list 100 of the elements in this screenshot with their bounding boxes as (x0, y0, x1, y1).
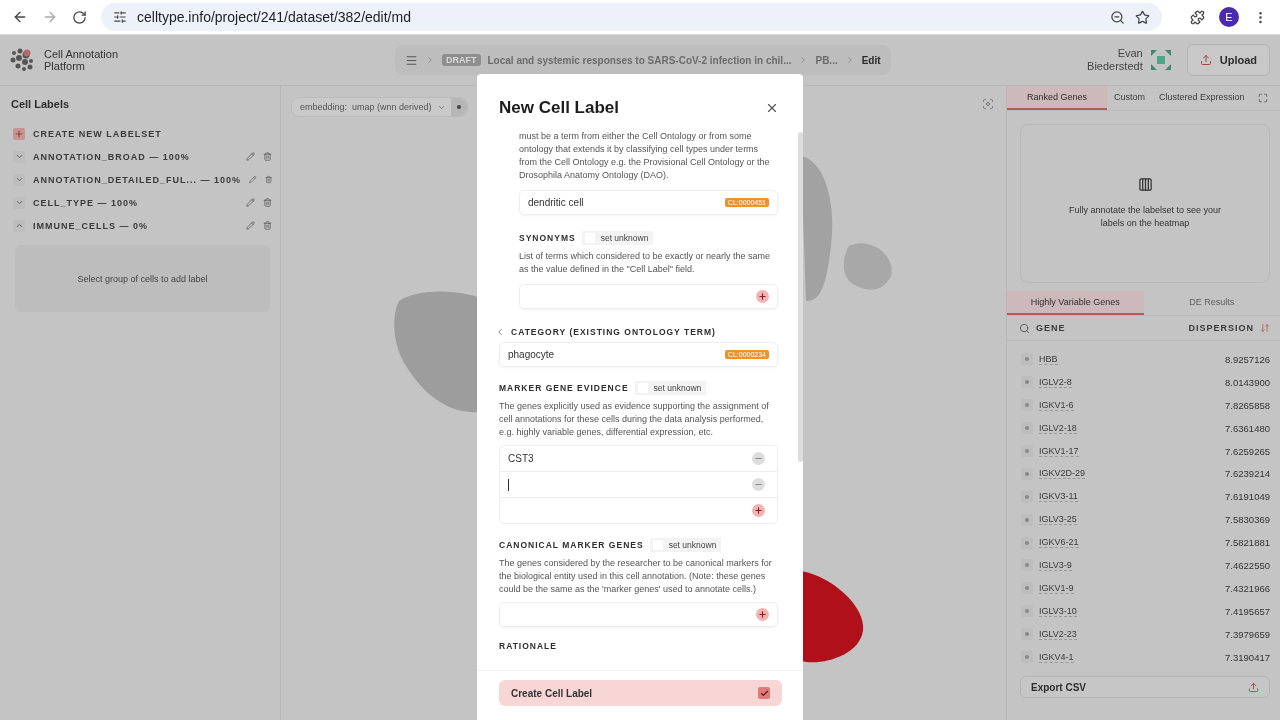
app-name: Cell Annotation Platform (44, 48, 119, 72)
forward-icon[interactable] (42, 9, 58, 25)
plus-icon[interactable] (13, 127, 25, 140)
close-icon[interactable] (765, 101, 779, 115)
heatmap-icon (1137, 177, 1153, 192)
set-unknown-checkbox[interactable]: set unknown (649, 538, 722, 552)
scatter-icon[interactable] (1021, 399, 1033, 412)
gene-name[interactable]: IGLV3-9 (1039, 559, 1072, 571)
bookmark-icon[interactable] (1135, 9, 1150, 25)
fullscreen-icon[interactable] (1257, 93, 1268, 103)
scrollbar-thumb[interactable] (798, 132, 803, 462)
gene-name[interactable]: IGKV6-21 (1039, 537, 1079, 549)
column-header[interactable]: DISPERSION (1188, 323, 1254, 333)
dispersion-value: 7.6361480 (1225, 422, 1270, 434)
scatter-icon[interactable] (1021, 445, 1033, 457)
profile-avatar[interactable]: E (1219, 7, 1239, 27)
check-icon (758, 687, 770, 699)
canonical-genes-field[interactable] (499, 602, 778, 627)
zoom-icon[interactable] (1110, 9, 1125, 25)
edit-icon[interactable] (246, 221, 255, 230)
scatter-icon[interactable] (1021, 513, 1033, 526)
color-toggle[interactable] (450, 98, 467, 116)
scatter-icon[interactable] (1021, 536, 1033, 549)
gene-name[interactable]: IGKV2D-29 (1039, 468, 1086, 480)
gene-name[interactable]: IGLV3-10 (1039, 605, 1077, 617)
set-unknown-checkbox[interactable]: set unknown (634, 381, 707, 395)
scatter-icon[interactable] (1021, 582, 1033, 595)
scatter-icon[interactable] (1021, 605, 1033, 618)
chevron-down-icon[interactable] (13, 150, 25, 163)
trash-icon[interactable] (264, 175, 272, 184)
gene-name[interactable]: IGLV2-23 (1039, 628, 1077, 640)
scatter-icon[interactable] (1021, 651, 1033, 663)
embedding-label: embedding: (300, 102, 348, 112)
recenter-icon[interactable] (982, 98, 994, 110)
add-icon[interactable] (756, 290, 769, 303)
chevron-down-icon[interactable] (13, 173, 25, 186)
tab[interactable]: Ranked Genes (1007, 86, 1108, 110)
tab[interactable]: DE Results (1143, 291, 1280, 315)
create-labelset-button[interactable]: CREATE NEW LABELSET (33, 128, 162, 139)
site-info-icon[interactable] (113, 10, 127, 24)
scatter-icon[interactable] (1021, 422, 1033, 435)
dispersion-value: 7.6239214 (1225, 468, 1270, 480)
panel-title: Cell Labels (11, 98, 71, 110)
upload-button[interactable]: Upload (1186, 44, 1270, 76)
chevron-up-icon[interactable] (13, 219, 25, 232)
edit-icon[interactable] (249, 175, 257, 184)
dispersion-value: 7.6191049 (1225, 491, 1270, 503)
gene-name[interactable]: IGKV1-6 (1039, 399, 1074, 411)
section-title: RATIONALE (499, 641, 557, 651)
gene-name[interactable]: IGKV3-11 (1039, 491, 1078, 503)
field-description: The genes explicitly used as evidence supporting the assignment of cell annotations for these cells during the data analysis performed, e.g. highly variable genes, differential expression, etc. (499, 400, 770, 439)
address-bar[interactable]: celltype.info/project/241/dataset/382/edit/md (101, 3, 1162, 31)
gene-name[interactable]: HBB (1039, 353, 1058, 365)
scatter-icon[interactable] (1021, 467, 1033, 480)
scatter-icon[interactable] (1021, 628, 1033, 641)
gene-name[interactable]: IGLV2-8 (1039, 376, 1072, 388)
back-icon[interactable] (12, 9, 28, 25)
labelset-name[interactable]: ANNOTATION_DETAILED_FUL... — 100% (33, 174, 242, 185)
trash-icon[interactable] (263, 152, 272, 161)
menu-icon[interactable] (405, 53, 418, 67)
column-header: GENE (1036, 323, 1066, 333)
tab[interactable]: Highly Variable Genes (1007, 291, 1144, 315)
add-icon[interactable] (752, 504, 765, 517)
dispersion-value: 8.9257126 (1225, 353, 1270, 365)
gene-name[interactable]: IGLV3-25 (1039, 514, 1077, 526)
scatter-icon[interactable] (1021, 490, 1033, 503)
remove-icon[interactable] (752, 478, 765, 491)
chevron-left-icon[interactable] (495, 327, 505, 337)
edit-icon[interactable] (246, 198, 255, 207)
tab[interactable]: Custom (1107, 86, 1153, 110)
section-title: CANONICAL MARKER GENES (499, 540, 644, 550)
labelset-name[interactable]: IMMUNE_CELLS — 0% (33, 220, 238, 231)
reload-icon[interactable] (72, 9, 87, 25)
chevron-down-icon[interactable] (13, 196, 25, 209)
labelset-name[interactable]: CELL_TYPE — 100% (33, 197, 238, 208)
avatar-icon (1148, 48, 1173, 72)
scatter-icon[interactable] (1021, 559, 1033, 572)
remove-icon[interactable] (752, 452, 765, 465)
scatter-icon[interactable] (1021, 376, 1033, 389)
dispersion-value: 7.5830369 (1225, 514, 1270, 526)
trash-icon[interactable] (263, 221, 272, 230)
export-csv-button[interactable]: Export CSV (1020, 676, 1270, 699)
gene-name[interactable]: IGKV1-9 (1039, 582, 1074, 594)
labelset-name[interactable]: ANNOTATION_BROAD — 100% (33, 151, 238, 162)
trash-icon[interactable] (263, 198, 272, 207)
search-icon[interactable] (1019, 322, 1030, 334)
embedding-select[interactable]: embedding: umap (wnn derived) (291, 97, 468, 117)
gene-name[interactable]: IGLV2-18 (1039, 422, 1077, 434)
gene-name[interactable]: IGKV4-1 (1039, 651, 1074, 663)
tab[interactable]: Clustered Expression (1152, 86, 1252, 110)
scatter-icon[interactable] (1021, 353, 1033, 366)
dispersion-value: 7.3190417 (1225, 651, 1270, 663)
set-unknown-checkbox[interactable]: set unknown (581, 231, 654, 245)
sort-icon[interactable] (1260, 323, 1270, 333)
edit-icon[interactable] (246, 152, 255, 161)
add-icon[interactable] (756, 608, 769, 621)
synonyms-field[interactable] (519, 284, 778, 309)
extensions-icon[interactable] (1190, 9, 1205, 25)
create-cell-label-button[interactable]: Create Cell Label (499, 680, 782, 706)
gene-name[interactable]: IGKV1-17 (1039, 445, 1079, 457)
